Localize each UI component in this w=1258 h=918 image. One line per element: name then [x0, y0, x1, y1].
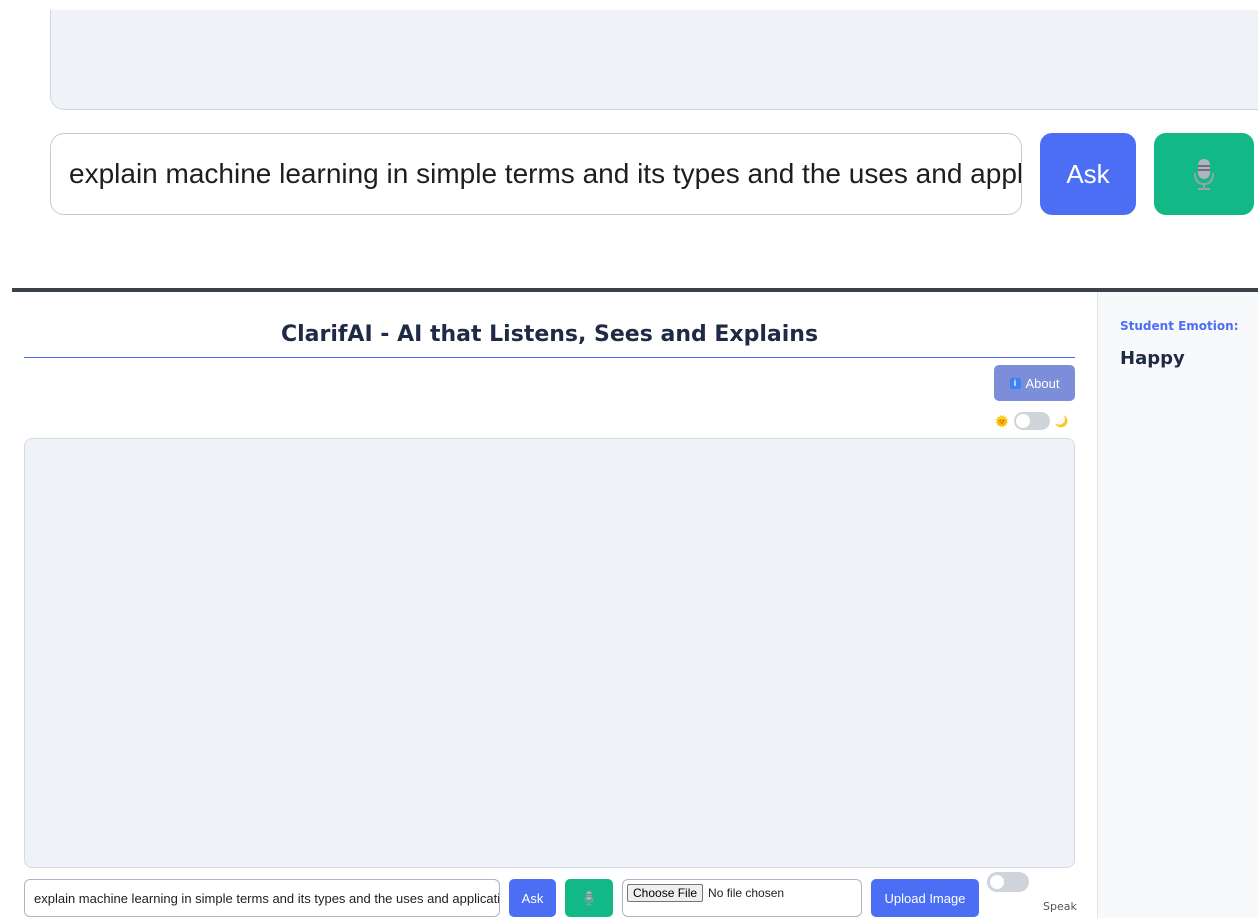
theme-switcher: 🌞 🌙 [995, 412, 1075, 430]
app-page: ClarifAI - AI that Listens, Sees and Exp… [12, 292, 1258, 918]
toggle-knob [1015, 414, 1030, 428]
speak-label: Speak [1043, 900, 1077, 913]
sun-icon: 🌞 [995, 415, 1009, 428]
file-input: Choose File No file chosen [622, 879, 862, 917]
microphone-icon [1194, 159, 1214, 190]
microphone-icon [584, 891, 594, 906]
emotion-label: Student Emotion: [1120, 319, 1239, 333]
mic-button[interactable] [565, 879, 613, 917]
main-panel: ClarifAI - AI that Listens, Sees and Exp… [12, 292, 1097, 918]
about-button-label: About [1025, 375, 1060, 391]
file-status: No file chosen [708, 886, 785, 900]
ask-button[interactable]: Ask [509, 879, 556, 917]
emotion-sidebar: Student Emotion: Happy [1097, 292, 1258, 918]
choose-file-button[interactable]: Choose File [627, 884, 704, 902]
theme-toggle[interactable] [1013, 412, 1050, 430]
speak-toggle[interactable] [987, 872, 1029, 892]
emotion-value: Happy [1120, 348, 1185, 369]
upload-image-button[interactable]: Upload Image [871, 879, 979, 917]
about-button[interactable]: i About [994, 365, 1075, 401]
zoomed-mic-button[interactable] [1154, 133, 1254, 215]
info-icon: i [1009, 377, 1021, 389]
moon-icon: 🌙 [1054, 415, 1069, 428]
title-underline [24, 357, 1075, 358]
toggle-knob [990, 875, 1004, 889]
zoomed-chat-area [50, 10, 1258, 110]
question-input[interactable]: explain machine learning in simple terms… [24, 879, 500, 917]
page-title: ClarifAI - AI that Listens, Sees and Exp… [280, 322, 819, 347]
chat-area [24, 438, 1075, 868]
zoomed-input-view: explain machine learning in simple terms… [0, 0, 1258, 290]
zoomed-ask-button[interactable]: Ask [1040, 133, 1136, 215]
zoomed-question-input[interactable]: explain machine learning in simple terms… [50, 133, 1022, 215]
